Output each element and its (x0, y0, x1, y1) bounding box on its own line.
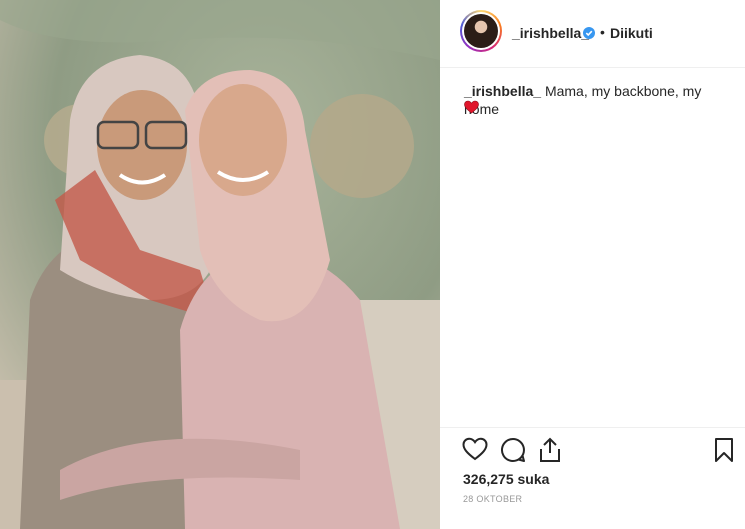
username-link[interactable]: _irishbella_ (512, 25, 589, 41)
share-upload-icon[interactable] (538, 437, 562, 468)
verified-badge-icon (583, 26, 595, 44)
bookmark-icon[interactable] (714, 437, 734, 468)
action-bar (440, 427, 745, 462)
post-header: _irishbella_ • Diikuti (440, 0, 745, 68)
photo-illustration (0, 0, 440, 529)
instagram-post: _irishbella_ • Diikuti _irishbella_ Mama… (0, 0, 745, 529)
post-date[interactable]: 28 OKTOBER (463, 494, 522, 504)
caption-username[interactable]: _irishbella_ (464, 83, 541, 99)
red-heart-emoji-icon (464, 100, 479, 119)
comment-bubble-icon[interactable] (500, 437, 526, 468)
avatar[interactable] (460, 10, 502, 52)
caption: _irishbella_ Mama, my backbone, my home (464, 82, 734, 118)
like-count[interactable]: 326,275 suka (463, 471, 549, 487)
follow-status-button[interactable]: Diikuti (610, 25, 653, 41)
post-photo[interactable] (0, 0, 440, 529)
separator-dot: • (600, 24, 605, 40)
heart-outline-icon[interactable] (462, 437, 488, 466)
post-sidebar: _irishbella_ • Diikuti _irishbella_ Mama… (440, 0, 745, 529)
